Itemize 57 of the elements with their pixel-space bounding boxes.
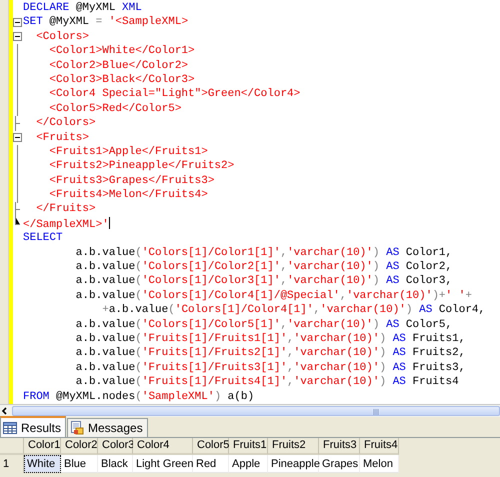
code-line: <Fruits1>Apple</Fruits1> [48,144,208,160]
code-line: <Fruits3>Grapes</Fruits3> [48,174,214,188]
code-line: <Fruits2>Pineapple</Fruits2> [48,159,234,174]
table-cell[interactable]: Light Green [133,455,193,473]
table-cell[interactable]: Apple [229,455,268,473]
code-line: <Color3>Black</Color3> [48,72,195,88]
code-line: a.b.value('Fruits[1]/Fruits3[1]','varchar(10)') AS Fruits3, [74,360,466,376]
code-line: FROM @MyXML.nodes('SampleXML') a(b) [23,390,254,404]
code-line: </Colors> [35,116,96,131]
column-header[interactable]: Color1 [24,438,61,455]
table-cell[interactable]: Melon [360,455,399,473]
code-line: <Color5>Red</Color5> [48,102,182,116]
code-line: </Fruits> [35,202,96,217]
column-header[interactable]: Color2 [61,438,98,455]
column-header[interactable]: Color5 [193,438,229,455]
fold-end-icon [15,116,20,131]
results-tab[interactable]: Messages [67,418,148,437]
code-line: a.b.value('Fruits[1]/Fruits4[1]','varchar(10)') AS Fruits4 [74,375,459,390]
code-line: <Fruits4>Melon</Fruits4> [48,188,208,202]
table-cell[interactable]: Black [98,455,133,473]
code-line: <Fruits> [35,130,90,145]
code-line: SELECT [23,231,63,246]
code-line: </SampleXML>' [23,216,110,232]
document-icon [70,421,84,435]
code-line: a.b.value('Colors[1]/Color5[1]','varchar(10)') AS Color5, [74,318,452,332]
scrollbar-thumb[interactable] [12,406,500,416]
column-header[interactable]: Fruits3 [319,438,360,455]
column-header[interactable]: Color4 [133,438,193,455]
code-line: a.b.value('Colors[1]/Color4[1]/@Special','varchar(10)')+' '+ [74,288,472,304]
table-cell[interactable]: Grapes [319,455,360,473]
code-line: <Colors> [35,30,90,44]
table-cell[interactable]: Pineapple [268,455,319,473]
column-header[interactable]: Fruits4 [360,438,399,455]
code-line: a.b.value('Colors[1]/Color3[1]','varchar(10)') AS Color3, [74,274,452,289]
grid-icon [3,422,17,434]
table-cell[interactable]: Red [193,455,229,473]
grip-icon [373,409,380,415]
collapse-icon[interactable] [13,18,22,28]
code-line: a.b.value('Fruits[1]/Fruits2[1]','varchar(10)') AS Fruits2, [74,346,466,361]
code-line: a.b.value('Colors[1]/Color2[1]','varchar(10)') AS Color2, [74,260,452,274]
code-line: <Color4 Special="Light">Green</Color4> [48,87,300,102]
code-line: <Color1>White</Color1> [48,44,195,59]
results-tab[interactable]: Results [0,416,66,437]
code-line: DECLARE @MyXML XML [23,1,142,16]
column-header[interactable]: Fruits1 [229,438,268,455]
code-line: a.b.value('Colors[1]/Color1[1]','varchar(10)') AS Color1, [74,246,452,260]
table-cell[interactable]: Blue [61,455,98,473]
code-line: +a.b.value('Colors[1]/Color4[1]','varchar(10)') AS Color4, [101,303,486,318]
column-header[interactable]: Fruits2 [268,438,319,455]
code-line: SET @MyXML = '<SampleXML> [23,15,188,30]
collapse-icon[interactable] [13,32,22,42]
table-cell[interactable]: White [24,455,61,473]
row-number[interactable]: 1 [0,455,24,473]
code-line: <Color2>Blue</Color2> [48,58,188,73]
collapse-icon[interactable] [13,133,22,142]
code-line: a.b.value('Fruits[1]/Fruits1[1]','varchar(10)') AS Fruits1, [74,332,466,346]
column-header[interactable]: Color3 [98,438,133,455]
